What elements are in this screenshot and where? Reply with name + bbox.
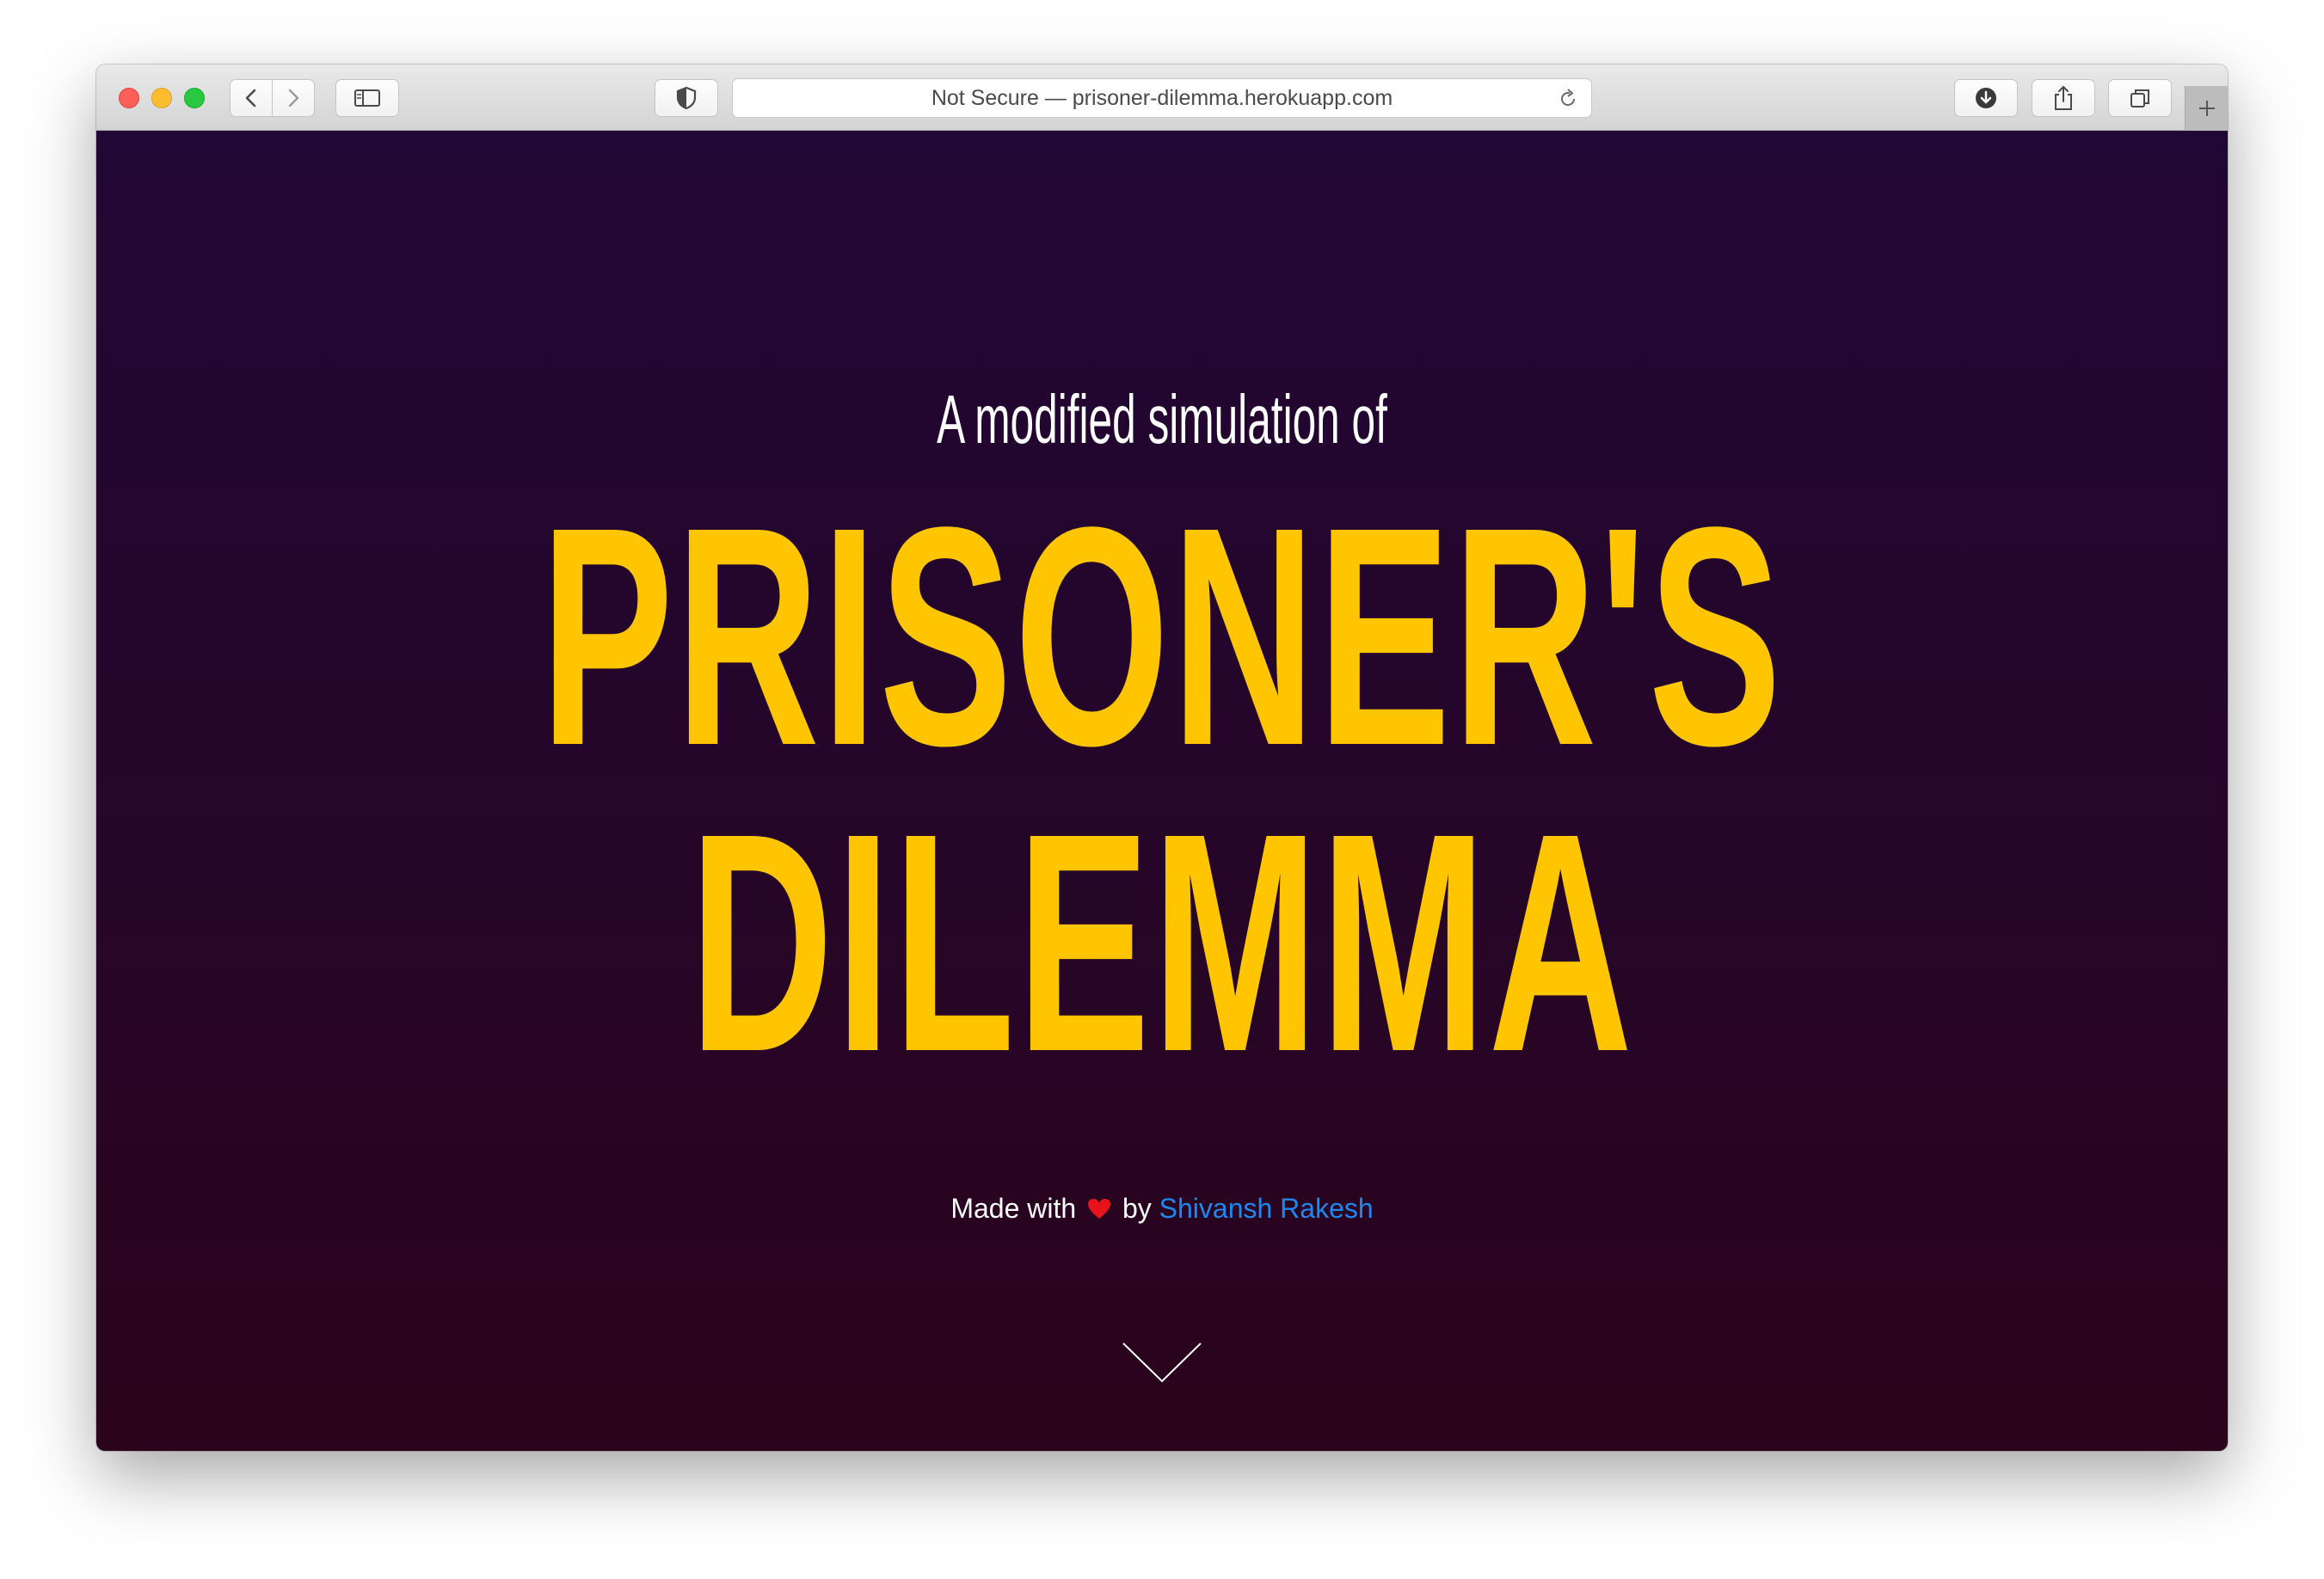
forward-button[interactable] — [272, 79, 315, 117]
hero-title-line-2: DILEMMA — [689, 768, 1635, 1116]
sidebar-button[interactable] — [335, 79, 399, 117]
share-icon — [2055, 86, 2072, 110]
hero-title: PRISONER'S DILEMMA — [480, 462, 1844, 1116]
plus-icon — [2198, 101, 2215, 116]
forward-icon — [288, 89, 299, 108]
hero-section: A modified simulation of PRISONER'S DILE… — [96, 131, 2228, 1451]
address-text: Not Secure — prisoner-dilemma.herokuapp.… — [931, 85, 1393, 110]
back-button[interactable] — [230, 79, 273, 117]
reload-icon — [1561, 89, 1575, 106]
share-button[interactable] — [2032, 79, 2095, 117]
chevron-down-icon[interactable] — [1122, 1342, 1202, 1385]
credit-prefix: Made with — [950, 1193, 1077, 1224]
hero-kicker: A modified simulation of — [937, 381, 1387, 458]
shield-icon — [676, 86, 697, 110]
new-tab-button[interactable] — [2185, 86, 2228, 131]
browser-toolbar: Not Secure — prisoner-dilemma.herokuapp.… — [96, 65, 2228, 131]
privacy-report-button[interactable] — [655, 79, 718, 117]
zoom-icon[interactable] — [184, 88, 205, 108]
credit-line: Made with by Shivansh Rakesh — [96, 1193, 2228, 1225]
close-icon[interactable] — [119, 88, 139, 108]
author-link[interactable]: Shivansh Rakesh — [1159, 1193, 1374, 1224]
reload-button[interactable] — [1557, 88, 1579, 116]
heart-icon — [1088, 1199, 1111, 1219]
tabs-icon — [2130, 89, 2149, 108]
credit-middle: by — [1122, 1193, 1152, 1224]
tabs-overview-button[interactable] — [2108, 79, 2172, 117]
minimize-icon[interactable] — [151, 88, 172, 108]
download-icon — [1976, 88, 1996, 108]
address-bar[interactable]: Not Secure — prisoner-dilemma.herokuapp.… — [732, 78, 1592, 118]
sidebar-icon — [354, 89, 380, 107]
back-icon — [245, 89, 256, 108]
downloads-button[interactable] — [1954, 79, 2018, 117]
hero-title-line-1: PRISONER'S — [540, 462, 1784, 810]
browser-window: Not Secure — prisoner-dilemma.herokuapp.… — [96, 65, 2228, 1451]
